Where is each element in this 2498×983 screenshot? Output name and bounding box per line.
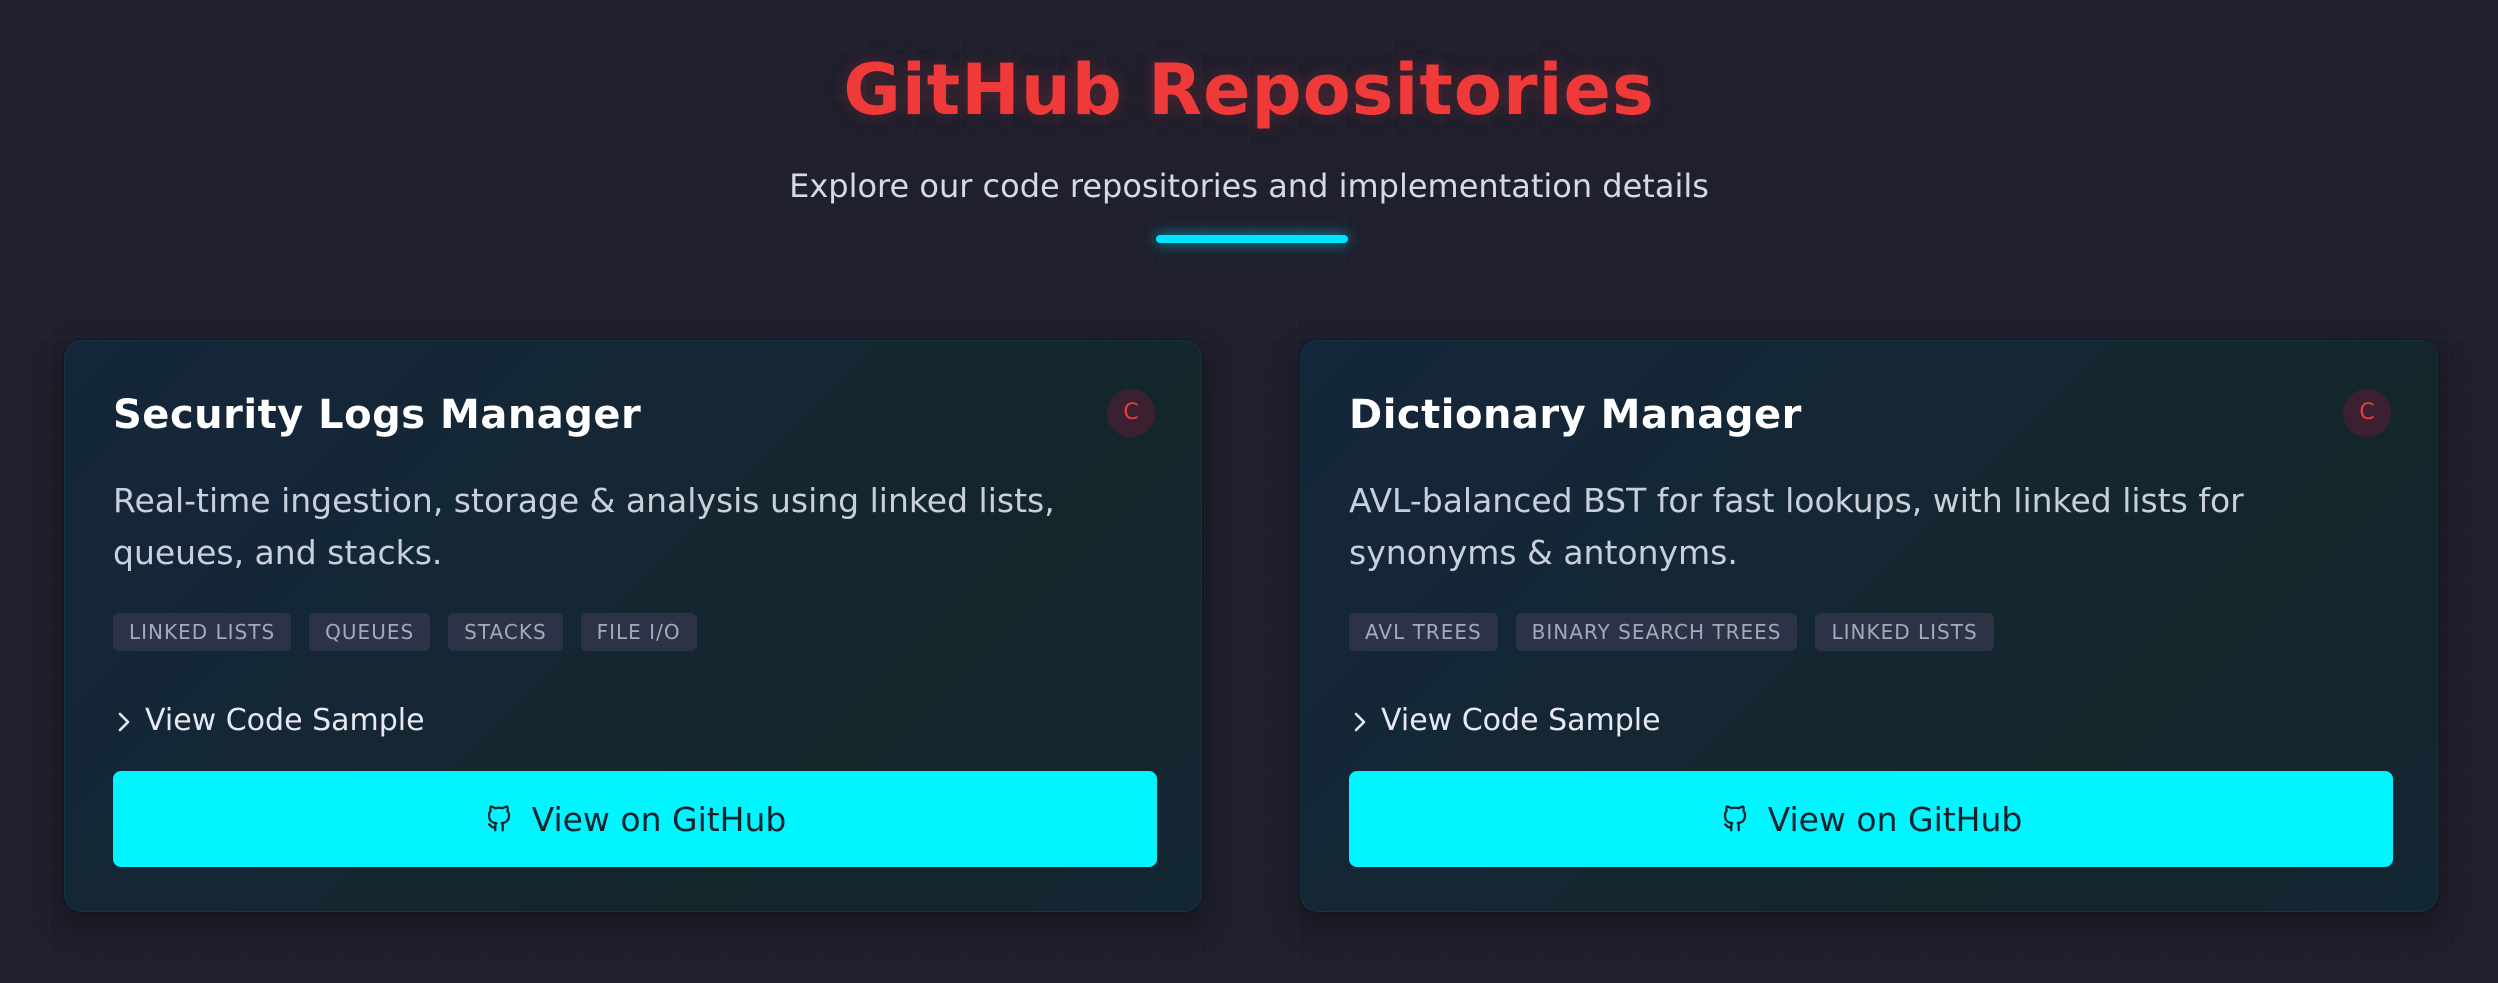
repo-card-security-logs-manager: Security Logs Manager C Real-time ingest… <box>64 340 1202 912</box>
chevron-right-icon <box>1349 699 1373 743</box>
tag: LINKED LISTS <box>113 613 292 651</box>
tag-list: LINKED LISTS QUEUES STACKS FILE I/O <box>113 613 697 651</box>
view-code-sample-toggle[interactable]: View Code Sample <box>113 699 425 743</box>
view-on-github-label: View on GitHub <box>531 799 787 839</box>
view-code-sample-toggle[interactable]: View Code Sample <box>1349 699 1661 743</box>
view-on-github-label: View on GitHub <box>1767 799 2023 839</box>
repo-card-dictionary-manager: Dictionary Manager C AVL-balanced BST fo… <box>1300 340 2438 912</box>
tag: AVL TREES <box>1349 613 1498 651</box>
chevron-right-icon <box>113 699 137 743</box>
repo-card-description: Real-time ingestion, storage & analysis … <box>113 481 1055 572</box>
language-badge: C <box>1107 389 1155 437</box>
language-badge: C <box>2343 389 2391 437</box>
tag: STACKS <box>448 613 563 651</box>
title-underline <box>1156 235 1348 243</box>
tag: BINARY SEARCH TREES <box>1515 613 1798 651</box>
github-icon <box>484 802 514 836</box>
github-icon <box>1720 802 1750 836</box>
repo-card-title: Security Logs Manager <box>113 392 642 438</box>
view-on-github-button[interactable]: View on GitHub <box>113 771 1157 867</box>
page-subtitle: Explore our code repositories and implem… <box>789 167 1709 205</box>
view-code-sample-label: View Code Sample <box>1381 703 1661 738</box>
view-code-sample-label: View Code Sample <box>145 703 425 738</box>
tag: FILE I/O <box>580 613 697 651</box>
tag: QUEUES <box>309 613 431 651</box>
view-on-github-button[interactable]: View on GitHub <box>1349 771 2393 867</box>
tag: LINKED LISTS <box>1815 613 1994 651</box>
tag-list: AVL TREES BINARY SEARCH TREES LINKED LIS… <box>1349 613 1994 651</box>
repo-card-description: AVL-balanced BST for fast lookups, with … <box>1349 481 2244 572</box>
page-title: GitHub Repositories <box>843 49 1655 131</box>
repo-card-title: Dictionary Manager <box>1349 392 1802 438</box>
